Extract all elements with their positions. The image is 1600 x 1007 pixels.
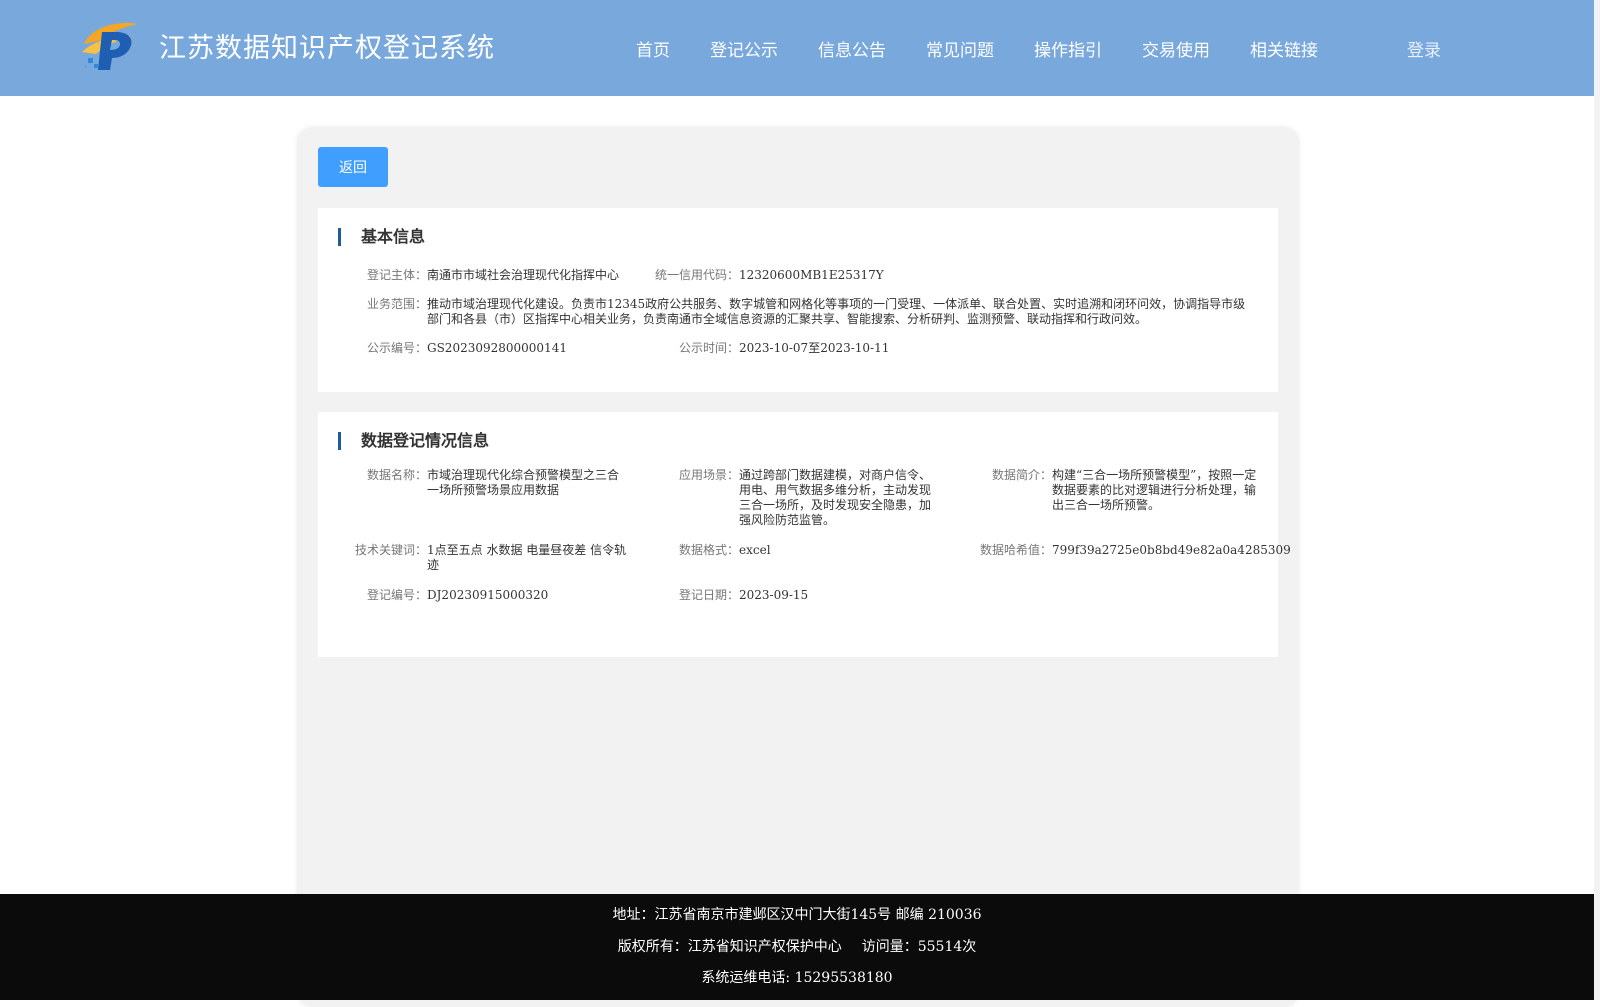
nav-related-links[interactable]: 相关链接	[1250, 36, 1318, 61]
data-format-value: excel	[739, 543, 771, 557]
publicity-time-label: 公示时间：	[678, 341, 739, 355]
tech-keywords-label: 技术关键词：	[354, 543, 427, 557]
nav-announcements[interactable]: 信息公告	[818, 36, 886, 61]
main-nav: 首页 登记公示 信息公告 常见问题 操作指引 交易使用 相关链接	[636, 36, 1358, 61]
basic-info-card: 基本信息 登记主体： 南通市市域社会治理现代化指挥中心 统一信用代码： 1232…	[318, 208, 1278, 392]
data-intro-label: 数据简介：	[991, 468, 1052, 482]
data-hash-field: 数据哈希值： 799f39a2725e0b8bd49e82a0a4285309	[980, 543, 1291, 558]
data-format-label: 数据格式：	[678, 543, 739, 557]
nav-registration-publicity[interactable]: 登记公示	[710, 36, 778, 61]
data-format-field: 数据格式： excel	[679, 543, 935, 558]
data-hash-label: 数据哈希值：	[979, 543, 1052, 557]
page-scrollbar-track[interactable]	[1594, 0, 1600, 1000]
credit-code-label: 统一信用代码：	[654, 268, 739, 282]
scope-label: 业务范围：	[366, 297, 427, 311]
tech-keywords-value: 1点至五点 水数据 电量昼夜差 信令轨迹	[427, 543, 627, 572]
data-registration-card: 数据登记情况信息 数据名称： 市域治理现代化综合预警模型之三合一场所预警场景应用…	[318, 412, 1291, 657]
nav-trade-use[interactable]: 交易使用	[1142, 36, 1210, 61]
footer-copyright: 版权所有：江苏省知识产权保护中心	[617, 939, 842, 955]
footer-copyright-line: 版权所有：江苏省知识产权保护中心 访问量：55514次	[0, 936, 1594, 956]
credit-code-field: 统一信用代码： 12320600MB1E25317Y	[655, 268, 1039, 283]
registration-number-value: DJ20230915000320	[427, 588, 549, 602]
subject-label: 登记主体：	[366, 268, 427, 282]
publicity-number-value: GS2023092800000141	[427, 341, 567, 355]
site-title: 江苏数据知识产权登记系统	[159, 33, 495, 64]
jiangsu-ip-logo-icon[interactable]	[80, 18, 142, 72]
publicity-number-label: 公示编号：	[366, 341, 427, 355]
site-footer: 地址：江苏省南京市建邺区汉中门大街145号 邮编 210036 版权所有：江苏省…	[0, 894, 1594, 1000]
basic-info-title: 基本信息	[338, 228, 425, 246]
data-name-value: 市域治理现代化综合预警模型之三合一场所预警场景应用数据	[427, 468, 620, 497]
scene-label: 应用场景：	[678, 468, 739, 482]
subject-field: 登记主体： 南通市市域社会治理现代化指挥中心	[367, 268, 627, 283]
registration-date-value: 2023-09-15	[739, 588, 809, 602]
registration-date-field: 登记日期： 2023-09-15	[679, 588, 935, 603]
tech-keywords-field: 技术关键词： 1点至五点 水数据 电量昼夜差 信令轨迹	[355, 543, 627, 573]
nav-faq[interactable]: 常见问题	[926, 36, 994, 61]
footer-visit-count: 访问量：55514次	[861, 939, 977, 955]
scope-field: 业务范围： 推动市域治理现代化建设。负责市12345政府公共服务、数字城管和网格…	[367, 297, 1257, 327]
data-name-field: 数据名称： 市域治理现代化综合预警模型之三合一场所预警场景应用数据	[367, 468, 627, 498]
data-name-label: 数据名称：	[366, 468, 427, 482]
publicity-number-field: 公示编号： GS2023092800000141	[367, 341, 647, 356]
subject-value: 南通市市域社会治理现代化指挥中心	[427, 268, 620, 282]
back-button[interactable]: 返回	[318, 147, 388, 187]
data-intro-value: 构建“三合一场所预警模型”，按照一定数据要素的比对逻辑进行分析处理，输出三合一场…	[1052, 468, 1257, 512]
data-hash-value: 799f39a2725e0b8bd49e82a0a4285309	[1052, 543, 1291, 557]
detail-panel: 返回 基本信息 登记主体： 南通市市域社会治理现代化指挥中心 统一信用代码： 1…	[297, 127, 1299, 1007]
login-link[interactable]: 登录	[1407, 36, 1441, 61]
scene-value: 通过跨部门数据建模，对商户信令、用电、用气数据多维分析，主动发现三合一场所，及时…	[739, 468, 932, 527]
registration-date-label: 登记日期：	[678, 588, 739, 602]
scope-value: 推动市域治理现代化建设。负责市12345政府公共服务、数字城管和网格化等事项的一…	[427, 297, 1246, 326]
scene-field: 应用场景： 通过跨部门数据建模，对商户信令、用电、用气数据多维分析，主动发现三合…	[679, 468, 935, 528]
nav-home[interactable]: 首页	[636, 36, 670, 61]
footer-support-phone: 系统运维电话: 15295538180	[701, 970, 893, 986]
registration-number-field: 登记编号： DJ20230915000320	[367, 588, 627, 603]
publicity-time-field: 公示时间： 2023-10-07至2023-10-11	[679, 341, 1039, 356]
publicity-time-value: 2023-10-07至2023-10-11	[739, 341, 890, 355]
footer-address: 地址：江苏省南京市建邺区汉中门大街145号 邮编 210036	[612, 907, 982, 923]
credit-code-value: 12320600MB1E25317Y	[739, 268, 884, 282]
registration-number-label: 登记编号：	[366, 588, 427, 602]
nav-guide[interactable]: 操作指引	[1034, 36, 1102, 61]
data-registration-title: 数据登记情况信息	[338, 432, 489, 450]
data-intro-field: 数据简介： 构建“三合一场所预警模型”，按照一定数据要素的比对逻辑进行分析处理，…	[992, 468, 1258, 513]
top-header: 江苏数据知识产权登记系统 首页 登记公示 信息公告 常见问题 操作指引 交易使用…	[0, 0, 1594, 96]
